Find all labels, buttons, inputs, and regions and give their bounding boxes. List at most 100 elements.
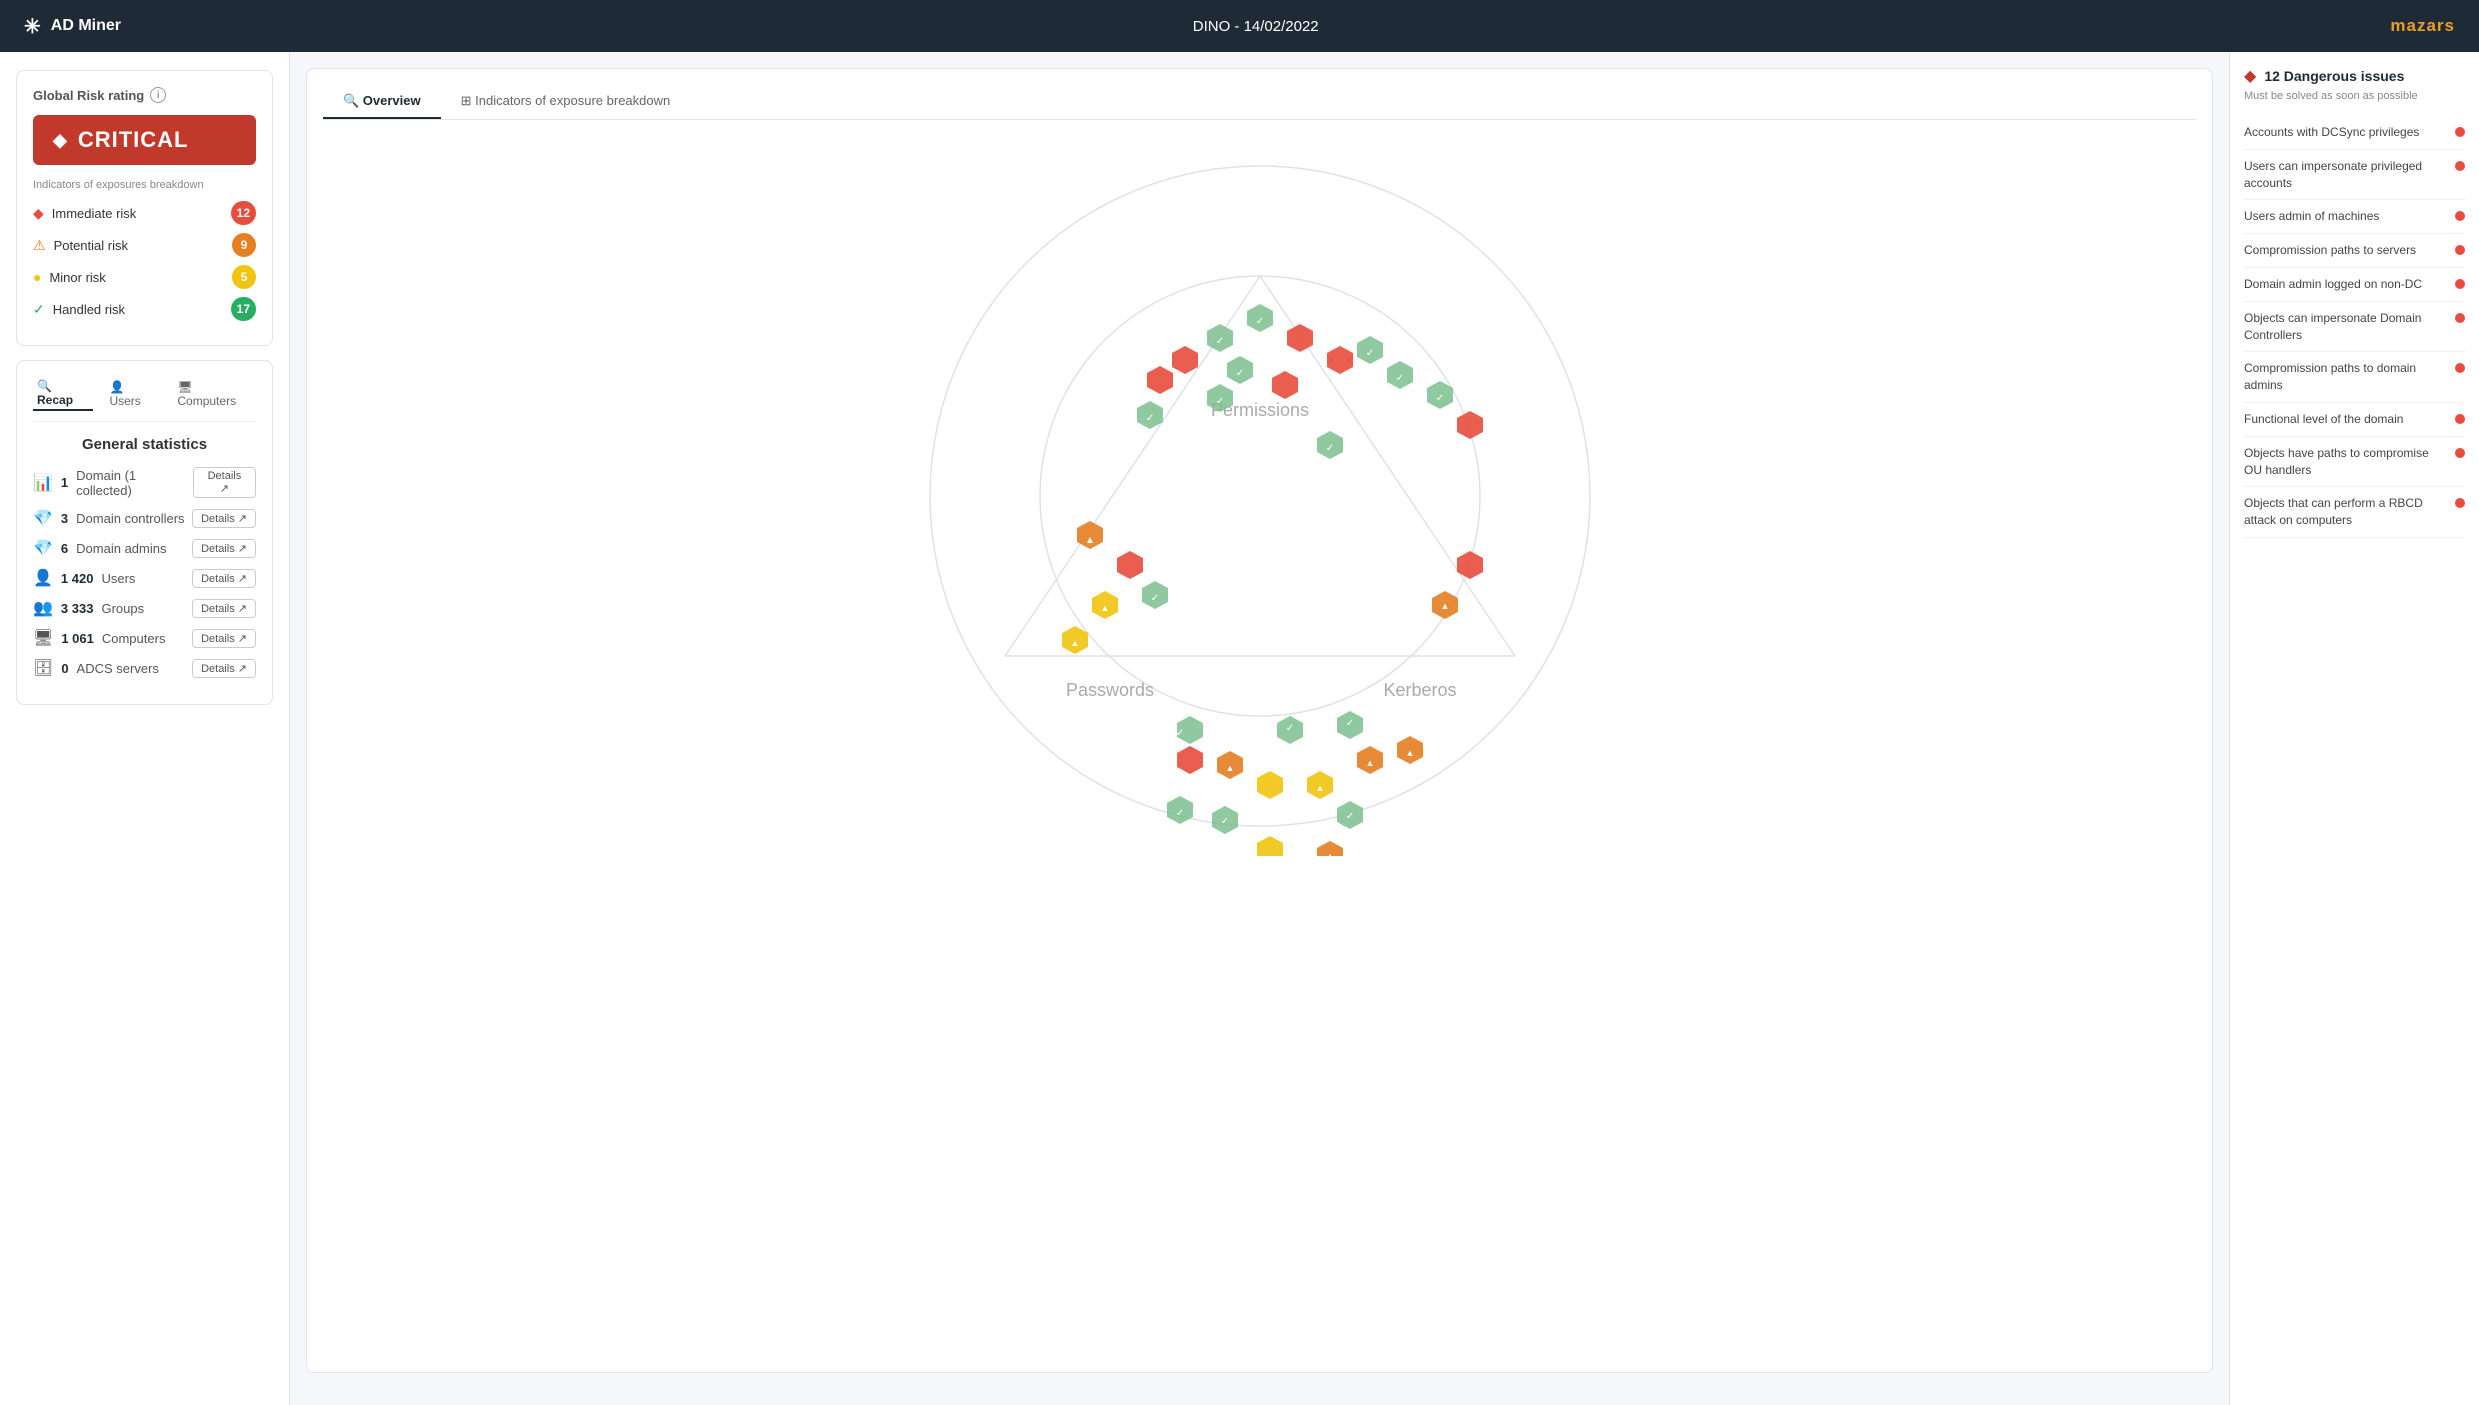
issue-row[interactable]: Compromission paths to servers: [2244, 234, 2465, 268]
stat-icon: 💎: [33, 508, 53, 528]
svg-text:✓: ✓: [1220, 816, 1228, 827]
issue-row[interactable]: Users can impersonate privileged account…: [2244, 150, 2465, 201]
details-button[interactable]: Details ↗: [193, 467, 256, 498]
logo-icon: ✳: [24, 14, 41, 39]
svg-text:✓: ✓: [1435, 393, 1443, 404]
passwords-label: Passwords: [1065, 680, 1153, 700]
issue-row[interactable]: Users admin of machines: [2244, 200, 2465, 234]
stat-text: Domain admins: [76, 541, 166, 556]
main-tab-indicators-of-exposure-breakdown[interactable]: ⊞ Indicators of exposure breakdown: [441, 85, 691, 119]
stat-row: 💎 3 Domain controllers Details ↗: [33, 508, 256, 528]
risk-row-left: ✓ Handled risk: [33, 301, 125, 318]
risk-list: ◆ Immediate risk 12 ⚠ Potential risk 9 ●…: [33, 201, 256, 321]
danger-icon: ◆: [2244, 66, 2256, 86]
stat-label: 🖥 1 061 Computers: [33, 628, 165, 648]
svg-text:✓: ✓: [1215, 396, 1223, 407]
issue-row[interactable]: Compromission paths to domain admins: [2244, 352, 2465, 403]
stat-label: 👤 1 420 Users: [33, 568, 135, 588]
details-button[interactable]: Details ↗: [192, 659, 256, 678]
risk-row: ⚠ Potential risk 9: [33, 233, 256, 257]
issue-dot: [2455, 498, 2465, 508]
issue-dot: [2455, 448, 2465, 458]
stats-title: General statistics: [33, 436, 256, 453]
exposures-subtitle: Indicators of exposures breakdown: [33, 179, 256, 191]
issue-dot: [2455, 279, 2465, 289]
issue-row[interactable]: Objects have paths to compromise OU hand…: [2244, 437, 2465, 488]
svg-text:▲: ▲: [1085, 535, 1095, 546]
issue-dot: [2455, 161, 2465, 171]
risk-symbol: ◆: [33, 205, 44, 222]
issues-list: Accounts with DCSync privileges Users ca…: [2244, 116, 2465, 538]
details-button[interactable]: Details ↗: [192, 629, 256, 648]
stat-icon: 👥: [33, 598, 53, 618]
stat-row: 🖥 1 061 Computers Details ↗: [33, 628, 256, 648]
svg-text:▲: ▲: [1225, 763, 1234, 773]
risk-row-left: ⚠ Potential risk: [33, 237, 128, 254]
issue-dot: [2455, 414, 2465, 424]
issue-dot: [2455, 245, 2465, 255]
svg-text:▲: ▲: [1365, 758, 1374, 768]
svg-text:▲: ▲: [1325, 851, 1334, 856]
svg-text:▲: ▲: [1440, 601, 1449, 611]
issue-text: Compromission paths to servers: [2244, 242, 2447, 259]
issue-text: Functional level of the domain: [2244, 411, 2447, 428]
stat-icon: 💎: [33, 538, 53, 558]
issue-dot: [2455, 313, 2465, 323]
svg-text:✓: ✓: [1175, 808, 1183, 819]
stat-icon: 🗄: [33, 658, 53, 678]
issue-text: Users admin of machines: [2244, 208, 2447, 225]
stat-text: Domain controllers: [76, 511, 184, 526]
stats-tabs: 🔍 Recap 👤 Users 🖥 Computers: [33, 377, 256, 422]
main-panel-inner: 🔍 Overview⊞ Indicators of exposure break…: [306, 68, 2213, 1373]
svg-text:✓: ✓: [1285, 723, 1293, 734]
stat-text: Users: [101, 571, 135, 586]
svg-text:▲: ▲: [1315, 783, 1324, 793]
svg-text:✓: ✓: [1150, 593, 1158, 604]
svg-text:✓: ✓: [1395, 373, 1403, 384]
issue-row[interactable]: Functional level of the domain: [2244, 403, 2465, 437]
risk-symbol: ●: [33, 269, 41, 285]
stats-tab-recap[interactable]: 🔍 Recap: [33, 377, 93, 411]
risk-symbol: ⚠: [33, 237, 46, 254]
stat-label: 👥 3 333 Groups: [33, 598, 144, 618]
issue-dot: [2455, 211, 2465, 221]
details-button[interactable]: Details ↗: [192, 509, 256, 528]
main-tab-overview[interactable]: 🔍 Overview: [323, 85, 441, 119]
main-panel: 🔍 Overview⊞ Indicators of exposure break…: [290, 52, 2229, 1405]
issue-text: Objects that can perform a RBCD attack o…: [2244, 495, 2447, 529]
app-logo: ✳ AD Miner: [24, 14, 121, 39]
svg-text:✓: ✓: [1255, 316, 1263, 327]
stat-label: 📊 1 Domain (1 collected): [33, 468, 193, 498]
stat-label: 💎 6 Domain admins: [33, 538, 166, 558]
issue-row[interactable]: Objects can impersonate Domain Controlle…: [2244, 302, 2465, 353]
critical-label: CRITICAL: [78, 127, 189, 153]
stat-text: Groups: [101, 601, 144, 616]
details-button[interactable]: Details ↗: [192, 539, 256, 558]
stat-num: 1: [61, 475, 68, 490]
stat-text: Computers: [102, 631, 166, 646]
stat-label: 💎 3 Domain controllers: [33, 508, 185, 528]
issue-row[interactable]: Accounts with DCSync privileges: [2244, 116, 2465, 150]
stats-tab-users[interactable]: 👤 Users: [105, 377, 161, 411]
stat-row: 👥 3 333 Groups Details ↗: [33, 598, 256, 618]
issue-row[interactable]: Objects that can perform a RBCD attack o…: [2244, 487, 2465, 538]
stat-text: Domain (1 collected): [76, 468, 193, 498]
risk-count: 17: [231, 297, 256, 321]
issue-row[interactable]: Domain admin logged on non-DC: [2244, 268, 2465, 302]
stat-row: 👤 1 420 Users Details ↗: [33, 568, 256, 588]
issue-text: Users can impersonate privileged account…: [2244, 158, 2447, 192]
page-title: DINO - 14/02/2022: [1193, 18, 1319, 35]
kerberos-label: Kerberos: [1383, 680, 1456, 700]
details-button[interactable]: Details ↗: [192, 569, 256, 588]
issue-dot: [2455, 127, 2465, 137]
details-button[interactable]: Details ↗: [192, 599, 256, 618]
global-risk-title: Global Risk rating i: [33, 87, 256, 103]
info-icon[interactable]: i: [150, 87, 166, 103]
issue-text: Accounts with DCSync privileges: [2244, 124, 2447, 141]
danger-header: ◆ 12 Dangerous issues: [2244, 66, 2465, 86]
risk-count: 5: [232, 265, 256, 289]
svg-text:✓: ✓: [1325, 443, 1333, 454]
stats-tab-computers[interactable]: 🖥 Computers: [173, 377, 256, 411]
stat-num: 1 420: [61, 571, 94, 586]
svg-text:✓: ✓: [1215, 336, 1223, 347]
